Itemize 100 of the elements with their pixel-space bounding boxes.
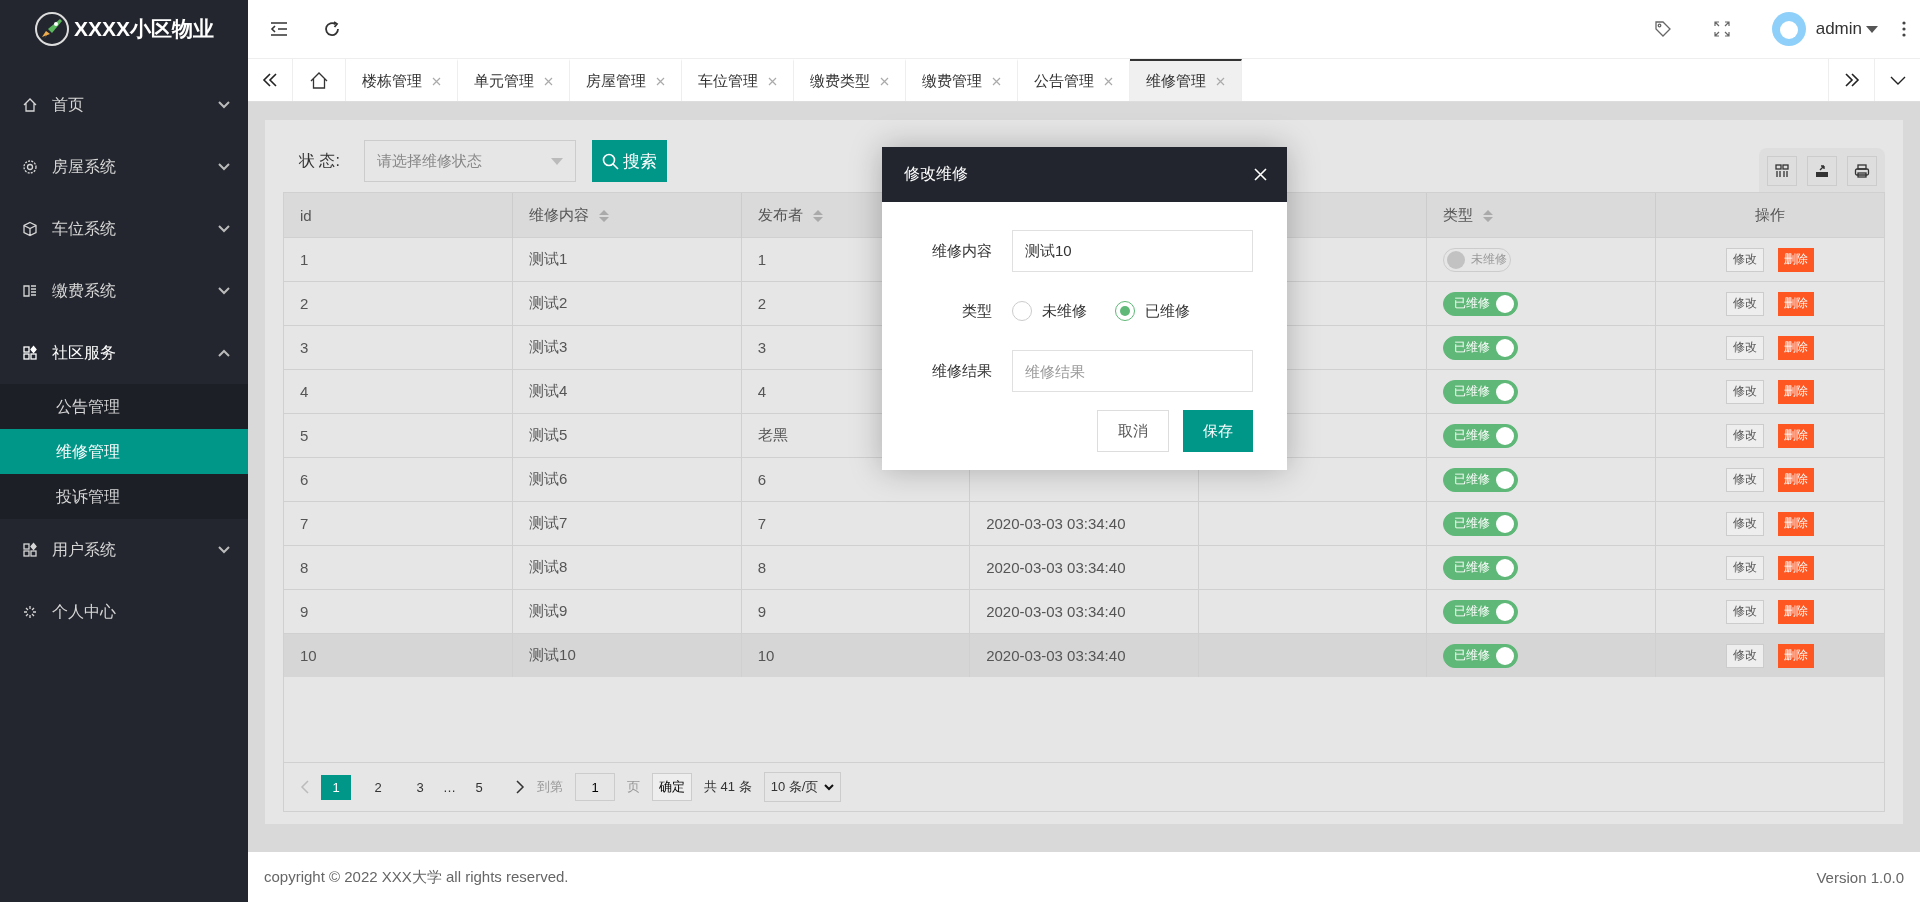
confirm-button[interactable]: 确定	[652, 773, 692, 801]
table-cell: 6	[757, 471, 766, 488]
submenu-item[interactable]: 投诉管理	[0, 474, 248, 519]
sort-icon[interactable]	[599, 208, 610, 223]
table-cell: 2020-03-03 03:34:40	[986, 603, 1126, 620]
home-icon	[310, 71, 328, 89]
column-header: id	[284, 193, 513, 238]
table-cell: 2020-03-03 03:34:40	[986, 647, 1126, 664]
fullscreen-icon[interactable]	[1713, 21, 1730, 37]
edit-button[interactable]: 修改	[1725, 643, 1764, 668]
column-header: 类型	[1426, 193, 1656, 238]
avatar-icon[interactable]	[1771, 12, 1806, 46]
table-cell: 2020-03-03 03:34:40	[986, 559, 1126, 576]
submenu-item[interactable]: 公告管理	[0, 384, 248, 429]
menu-item[interactable]: 社区服务	[0, 322, 248, 384]
radio-option[interactable]: 未维修	[1012, 301, 1087, 321]
page-input[interactable]: 1	[575, 773, 615, 801]
field-label: 维修内容	[931, 241, 992, 261]
table-cell: 4	[757, 383, 766, 400]
chevron-icon	[218, 287, 230, 295]
columns-button[interactable]	[1767, 156, 1797, 186]
menu-item[interactable]: 房屋系统	[0, 136, 248, 198]
edit-button[interactable]: 修改	[1725, 335, 1764, 360]
version-text: Version 1.0.0	[1816, 868, 1904, 886]
input-field[interactable]: 测试10	[1012, 230, 1253, 272]
caret-icon	[1866, 25, 1878, 33]
menu-fold-icon[interactable]	[270, 21, 288, 37]
edit-button[interactable]: 修改	[1725, 599, 1764, 624]
more-icon[interactable]	[1902, 21, 1906, 37]
page-tab[interactable]: 单元管理	[458, 59, 570, 101]
export-button[interactable]	[1807, 156, 1837, 186]
double-chevron-left-icon	[262, 73, 278, 87]
page-tab[interactable]: 维修管理	[1130, 59, 1242, 101]
page-button[interactable]: 1	[321, 774, 351, 800]
print-icon	[1854, 163, 1870, 179]
edit-button[interactable]: 修改	[1725, 247, 1764, 272]
tag-icon[interactable]	[1653, 20, 1672, 38]
menu-item[interactable]: 个人中心	[0, 581, 248, 643]
menu-item[interactable]: 用户系统	[0, 519, 248, 581]
cancel-button[interactable]: 取消	[1097, 410, 1169, 452]
print-button[interactable]	[1847, 156, 1877, 186]
field-label: 维修结果	[931, 361, 992, 381]
page-button[interactable]: 5	[464, 774, 494, 800]
page-tab[interactable]: 房屋管理	[570, 59, 682, 101]
field-label: 类型	[961, 301, 992, 321]
sparkle-icon	[22, 604, 38, 620]
table-cell: 测试5	[529, 426, 568, 443]
search-button[interactable]: 搜索	[591, 140, 667, 182]
edit-button[interactable]: 修改	[1725, 423, 1764, 448]
table-cell: 测试10	[529, 646, 576, 663]
goto-label: 到第	[537, 778, 563, 796]
table-cell: 6	[300, 471, 309, 488]
columns-icon	[1774, 163, 1790, 179]
edit-button[interactable]: 修改	[1725, 291, 1764, 316]
copyright-text: copyright © 2022 XXX大学 all rights reserved.	[264, 867, 569, 887]
table-cell: 3	[757, 339, 766, 356]
page-tab[interactable]: 缴费类型	[794, 59, 906, 101]
table-cell: 1	[757, 251, 766, 268]
table-cell: 测试3	[529, 338, 568, 355]
table-cell: 测试4	[529, 382, 568, 399]
refresh-icon[interactable]	[324, 21, 340, 37]
apps-icon	[22, 345, 38, 361]
radio-option[interactable]: 已维修	[1115, 301, 1190, 321]
page-tab[interactable]: 楼栋管理	[346, 59, 458, 101]
chevron-icon	[218, 349, 230, 357]
menu-item[interactable]: 车位系统	[0, 198, 248, 260]
edit-button[interactable]: 修改	[1725, 555, 1764, 580]
page-tab[interactable]: 缴费管理	[906, 59, 1018, 101]
sort-icon[interactable]	[812, 208, 823, 223]
apps-icon	[22, 542, 38, 558]
user-name[interactable]: admin	[1815, 19, 1862, 39]
submenu-item[interactable]: 维修管理	[0, 429, 248, 474]
edit-button[interactable]: 修改	[1725, 379, 1764, 404]
table-cell: 8	[300, 559, 309, 576]
prev-page-icon[interactable]	[300, 780, 309, 794]
save-button[interactable]: 保存	[1183, 410, 1253, 452]
home-icon	[22, 97, 38, 113]
sort-icon[interactable]	[1483, 208, 1494, 223]
page-tab[interactable]: 车位管理	[682, 59, 794, 101]
total-count: 共 41 条	[704, 778, 752, 796]
edit-button[interactable]: 修改	[1725, 467, 1764, 492]
page-button[interactable]: 3	[405, 774, 435, 800]
export-icon	[1814, 163, 1830, 179]
table-cell: 测试9	[529, 602, 568, 619]
page-button[interactable]: 2	[363, 774, 393, 800]
table-cell: 测试7	[529, 514, 568, 531]
edit-button[interactable]: 修改	[1725, 511, 1764, 536]
page-size-select[interactable]: 10 条/页	[763, 772, 842, 802]
chevron-icon	[218, 163, 230, 171]
table-cell: 9	[300, 603, 309, 620]
chevron-icon	[218, 225, 230, 233]
column-header: 维修内容	[512, 193, 742, 238]
menu-item[interactable]: 缴费系统	[0, 260, 248, 322]
table-cell: 7	[300, 515, 309, 532]
table-cell: 测试2	[529, 294, 568, 311]
next-page-icon[interactable]	[516, 780, 525, 794]
table-cell: 10	[757, 647, 775, 664]
input-field[interactable]: 维修结果	[1012, 350, 1253, 392]
app-title: XXXX小区物业	[74, 16, 215, 42]
menu-item[interactable]: 首页	[0, 74, 248, 136]
